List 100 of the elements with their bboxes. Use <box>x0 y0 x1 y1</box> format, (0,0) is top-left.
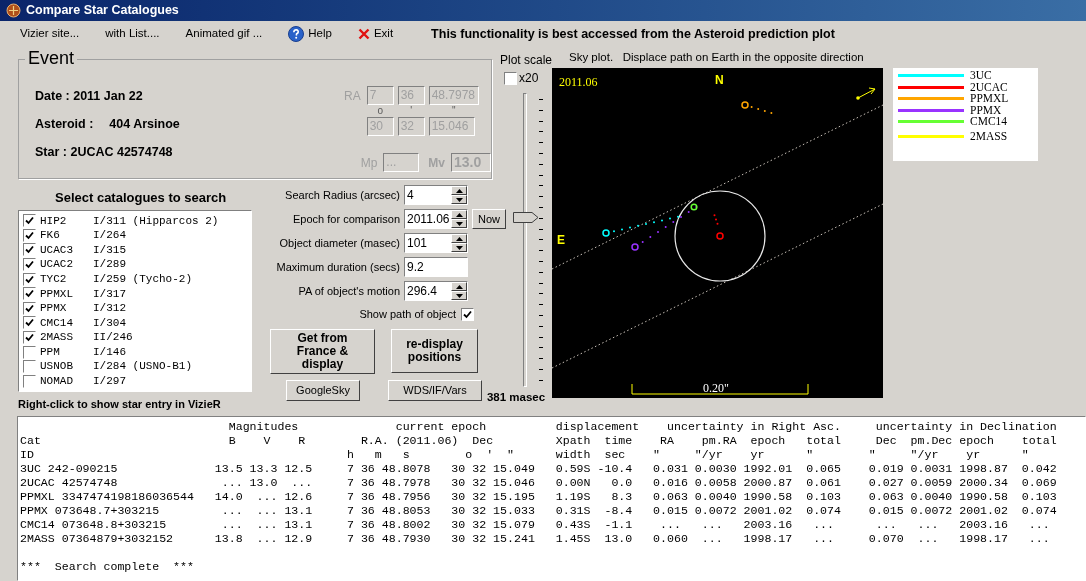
catalogue-ref: I/312 <box>93 301 126 317</box>
link-button[interactable]: GoogleSky <box>286 380 360 401</box>
action-button[interactable]: Get from France & display <box>270 329 375 374</box>
east-label: E <box>557 232 565 249</box>
plot-scale-label: Plot scale <box>500 52 552 69</box>
catalogue-code: PPM <box>39 344 61 360</box>
catalogue-ref: I/317 <box>93 286 126 302</box>
action-button[interactable]: re-display positions <box>391 329 478 373</box>
legend-label: CMC14 <box>970 116 1008 128</box>
motion-arrow <box>856 87 876 100</box>
output-line: CMC14 073648.8+303215 ... ... 13.1 7 36 48.8002 30 32 15.079 0.43S -1.1 ... ... 2003.16 ... ... ... 2003.16 ... <box>20 518 1050 532</box>
toolbar-button[interactable]: Vizier site... <box>20 25 80 43</box>
output-line: 3UC 242-090215 13.5 13.3 12.5 7 36 48.8078 30 32 15.049 0.59S -10.4 0.031 0.0030 1992.01 0.065 0.019 0.0031 1998.87 0.042 <box>20 462 1057 476</box>
spin-buttons[interactable] <box>451 282 467 300</box>
toolbar-button[interactable]: Animated gif ... <box>185 25 263 43</box>
catalogue-ref: I/264 <box>93 228 126 244</box>
catalogue-code: TYC2 <box>39 271 68 287</box>
field-label: Maximum duration (secs) <box>275 259 401 275</box>
unit-mark: " <box>450 105 457 117</box>
output-line: PPMX 073648.7+303215 ... ... 13.1 7 36 48.8053 30 32 15.033 0.31S -8.4 0.015 0.0072 2001.02 0.074 0.015 0.0072 2001.02 0.074 <box>20 504 1057 518</box>
hint-text: Right-click to show star entry in VizieR <box>18 396 222 412</box>
toolbar-button[interactable]: with List.... <box>105 25 160 43</box>
spin-field[interactable]: 296.4 <box>404 281 468 301</box>
north-label: N <box>715 72 724 89</box>
catalogue-code: UCAC3 <box>39 242 74 258</box>
checkbox-label: x20 <box>519 70 539 87</box>
toolbar-button[interactable]: Help <box>288 25 332 43</box>
plot-epoch: 2011.06 <box>559 74 598 91</box>
now-button[interactable]: Now <box>472 209 506 229</box>
field-label: Search Radius (arcsec) <box>284 187 401 203</box>
catalogue-code: FK6 <box>39 228 61 244</box>
catalogue-ref: I/297 <box>93 374 126 390</box>
window-title: Compare Star Catalogues <box>26 2 179 20</box>
spin-field[interactable]: 101 <box>404 233 468 253</box>
app-icon <box>6 3 21 18</box>
catalogue-ref: I/289 <box>93 257 126 273</box>
spin-field[interactable]: 4 <box>404 185 468 205</box>
output-line: ID h m s o ' " width sec " "/yr yr " " "/yr yr " <box>20 448 1029 462</box>
checkbox-label: Show path of object <box>359 306 456 322</box>
catalogue-code: HIP2 <box>39 213 68 229</box>
spin-buttons[interactable] <box>451 210 467 228</box>
checkbox[interactable] <box>504 71 517 85</box>
field-label: PA of object's motion <box>297 283 401 299</box>
slider-thumb[interactable] <box>513 211 539 223</box>
catalogue-code: UCAC2 <box>39 257 74 273</box>
plot-caption: Sky plot. Displace path on Earth in the opposite direction <box>569 50 865 65</box>
notice-text: This functionality is best accessed from the Asteroid prediction plot <box>431 25 835 43</box>
catalogue-code: NOMAD <box>39 374 74 390</box>
unit-mark: o <box>376 105 384 117</box>
legend-label: PPMX <box>970 104 1002 116</box>
output-line: 2UCAC 42574748 ... 13.0 ... 7 36 48.7978 30 32 15.046 0.00N 0.0 0.016 0.0058 2000.87 0.061 0.027 0.0059 2000.34 0.069 <box>20 476 1057 490</box>
field-label: Epoch for comparison <box>292 211 401 227</box>
catalogue-ref: I/311 (Hipparcos 2) <box>93 213 219 229</box>
checkbox[interactable] <box>23 301 36 315</box>
catalogue-ref: I/284 (USNO-B1) <box>93 359 193 375</box>
section-title: Select catalogues to search <box>54 189 228 207</box>
legend-label: PPMXL <box>970 93 1009 105</box>
checkbox[interactable] <box>23 243 36 257</box>
catalogue-ref: I/146 <box>93 344 126 360</box>
help-icon <box>288 26 305 42</box>
checkbox[interactable] <box>23 360 36 374</box>
catalogue-code: PPMXL <box>39 286 74 302</box>
legend-label: 2MASS <box>970 130 1008 142</box>
scale-label: 0.20" <box>703 380 729 397</box>
close-icon <box>357 28 370 40</box>
checkbox[interactable] <box>23 228 36 242</box>
asteroid-label: Asteroid : <box>35 115 94 133</box>
catalogue-ref: I/259 (Tycho-2) <box>93 271 193 287</box>
checkbox[interactable] <box>23 331 36 345</box>
link-button[interactable]: WDS/IF/Vars <box>388 380 482 401</box>
checkbox[interactable] <box>23 316 36 330</box>
checkbox[interactable] <box>461 307 474 321</box>
catalogue-ref: II/246 <box>93 330 133 346</box>
input-field[interactable]: 9.2 <box>404 257 468 277</box>
scale-reading: 381 masec <box>486 390 546 405</box>
toolbar-button[interactable]: Exit <box>357 25 394 43</box>
spin-buttons[interactable] <box>451 234 467 252</box>
catalogue-code: USNOB <box>39 359 74 375</box>
output-line: Cat B V R R.A. (2011.06) Dec Xpath time RA pm.RA epoch total Dec pm.Dec epoch total <box>20 434 1057 448</box>
catalogue-ref: I/304 <box>93 315 126 331</box>
checkbox[interactable] <box>23 214 36 228</box>
checkbox[interactable] <box>23 345 36 359</box>
spin-field[interactable]: 2011.06 <box>404 209 468 229</box>
checkbox[interactable] <box>23 272 36 286</box>
asteroid-name: 404 Arsinoe <box>109 115 180 133</box>
checkbox[interactable] <box>23 258 36 272</box>
event-date: Date : 2011 Jan 22 <box>35 88 144 105</box>
star-track <box>713 214 724 240</box>
output-line: PPMXL 3347474198186036544 14.0 ... 12.6 7 36 48.7956 30 32 15.195 1.19S 8.3 0.063 0.0040 1990.58 0.103 0.063 0.0040 1990.58 0.103 <box>20 490 1057 504</box>
checkbox[interactable] <box>23 287 36 301</box>
output-line: Magnitudes current epoch displacement uncertainty in Right Asc. uncertainty in Declination <box>227 420 1057 434</box>
spin-buttons[interactable] <box>451 186 467 204</box>
catalogue-code: CMC14 <box>39 315 74 331</box>
output-line: 2MASS 07364879+3032152 13.8 ... 12.9 7 36 48.7930 30 32 15.241 1.45S 13.0 0.060 ... 1998.17 ... 0.070 ... 1998.17 ... <box>20 532 1050 546</box>
legend-label: 2UCAC <box>970 81 1008 93</box>
status-line: *** Search complete *** <box>20 560 194 574</box>
field-label: Object diameter (masec) <box>278 235 401 251</box>
star-track <box>741 101 773 114</box>
catalogue-code: 2MASS <box>39 330 74 346</box>
catalogue-ref: I/315 <box>93 242 126 258</box>
